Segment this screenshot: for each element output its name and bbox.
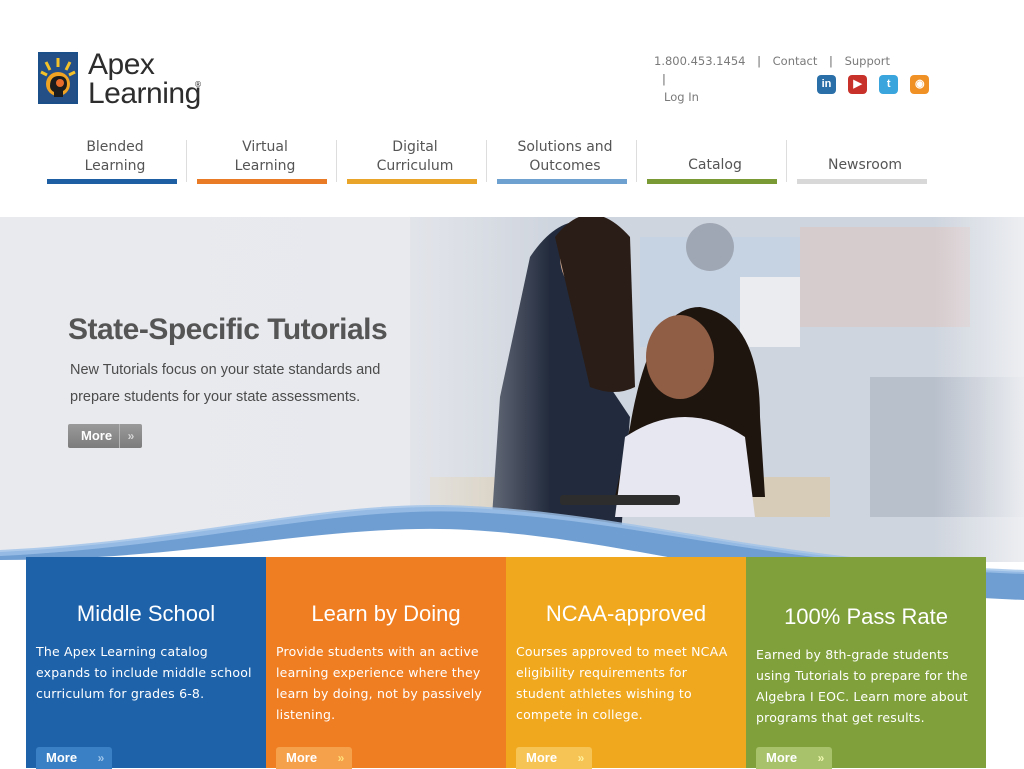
nav-item-newsroom[interactable]: Newsroom <box>790 130 940 184</box>
nav-underline <box>797 179 927 184</box>
feature-card-title: 100% Pass Rate <box>784 604 948 629</box>
feature-cards: Middle School The Apex Learning catalog … <box>26 557 986 769</box>
feature-more-button[interactable]: More » <box>516 747 592 769</box>
feature-card-title: Learn by Doing <box>311 601 461 626</box>
registered-mark: ® <box>194 80 202 89</box>
hero-more-button[interactable]: More » <box>68 424 142 448</box>
nav-underline <box>47 179 177 184</box>
separator: | <box>829 54 833 68</box>
feature-more-button[interactable]: More » <box>756 747 832 769</box>
double-chevron-right-icon: » <box>337 751 345 765</box>
feature-more-button[interactable]: More » <box>276 747 352 769</box>
nav-item-label: Virtual Learning <box>234 139 296 174</box>
feature-card-learn-by-doing: Learn by Doing Provide students with an … <box>266 557 506 769</box>
youtube-icon[interactable]: ▶ <box>848 75 868 94</box>
feature-more-label: More <box>526 750 558 765</box>
logo-wordmark: Apex Learning <box>88 48 201 110</box>
support-link[interactable]: Support <box>845 54 890 68</box>
social-links: in ▶ t ◉ <box>817 75 936 95</box>
nav-underline <box>197 179 327 184</box>
logo-mark-icon <box>38 52 78 104</box>
phone-number: 1.800.453.1454 <box>654 54 746 68</box>
apex-learning-logo[interactable]: Apex Learning ® <box>36 50 206 116</box>
feature-card-text: Earned by 8th-grade students using Tutor… <box>756 647 968 725</box>
separator: | <box>757 54 761 68</box>
nav-divider <box>786 140 787 182</box>
feature-more-button[interactable]: More » <box>36 747 112 769</box>
nav-item-label: Digital Curriculum <box>376 139 454 174</box>
double-chevron-right-icon: » <box>97 751 105 765</box>
nav-item-catalog[interactable]: Catalog <box>640 130 790 184</box>
separator: | <box>662 72 666 86</box>
nav-divider <box>636 140 637 182</box>
nav-divider <box>186 140 187 182</box>
site-header: Apex Learning ® 1.800.453.1454 | Contact… <box>0 0 1024 217</box>
double-chevron-right-icon: » <box>817 751 825 765</box>
feature-card-middle-school: Middle School The Apex Learning catalog … <box>26 557 266 769</box>
nav-underline <box>647 179 777 184</box>
nav-item-virtual-learning[interactable]: Virtual Learning <box>190 130 340 184</box>
rss-icon[interactable]: ◉ <box>910 75 930 94</box>
feature-more-label: More <box>766 750 798 765</box>
double-chevron-right-icon: » <box>577 751 585 765</box>
feature-card-ncaa-approved: NCAA-approved Courses approved to meet N… <box>506 557 746 769</box>
feature-card-pass-rate: 100% Pass Rate Earned by 8th-grade stude… <box>746 557 986 769</box>
nav-underline <box>497 179 627 184</box>
nav-item-digital-curriculum[interactable]: Digital Curriculum <box>340 130 490 184</box>
nav-item-label: Solutions and Outcomes <box>517 139 613 174</box>
double-chevron-right-icon: » <box>119 424 142 448</box>
feature-more-label: More <box>46 750 78 765</box>
nav-divider <box>486 140 487 182</box>
twitter-icon[interactable]: t <box>879 75 899 94</box>
feature-card-text: Courses approved to meet NCAA eligibilit… <box>516 644 728 722</box>
contact-link[interactable]: Contact <box>773 54 818 68</box>
logo-text-apex: Apex <box>88 48 155 81</box>
nav-underline <box>347 179 477 184</box>
nav-divider <box>336 140 337 182</box>
feature-card-text: The Apex Learning catalog expands to inc… <box>36 644 252 701</box>
nav-item-label: Blended Learning <box>84 139 146 174</box>
nav-item-solutions-outcomes[interactable]: Solutions and Outcomes <box>490 130 640 184</box>
hero-more-label: More <box>81 428 113 443</box>
feature-card-title: Middle School <box>76 601 216 626</box>
feature-card-title: NCAA-approved <box>545 601 707 626</box>
hero-title: State-Specific Tutorials <box>68 313 388 346</box>
nav-item-label: Catalog <box>688 157 742 173</box>
linkedin-icon[interactable]: in <box>817 75 836 94</box>
nav-item-blended-learning[interactable]: Blended Learning <box>40 130 190 184</box>
logo-text-learning: Learning <box>88 77 201 110</box>
nav-item-label: Newsroom <box>827 157 903 173</box>
hero-description: New Tutorials focus on your state standa… <box>70 362 381 405</box>
feature-more-label: More <box>286 750 318 765</box>
feature-card-text: Provide students with an active learning… <box>276 644 483 722</box>
